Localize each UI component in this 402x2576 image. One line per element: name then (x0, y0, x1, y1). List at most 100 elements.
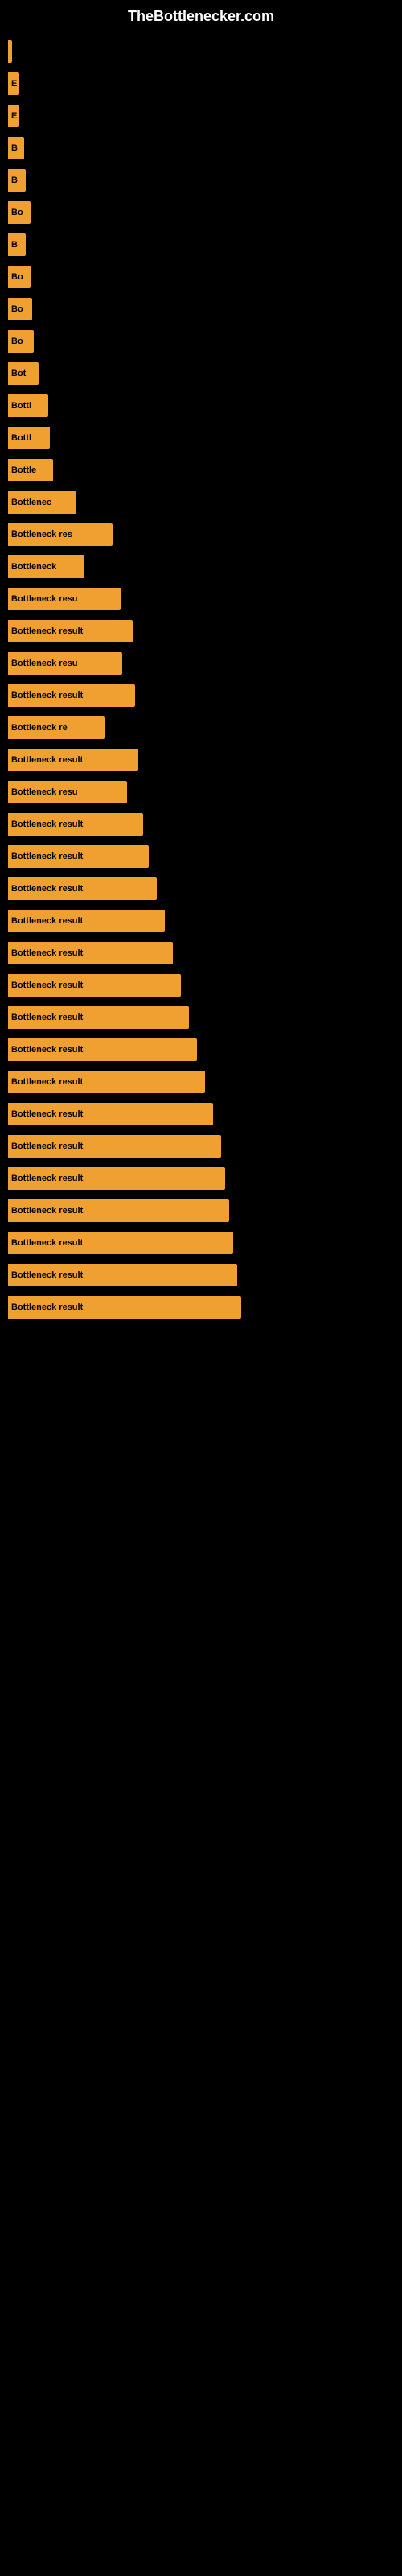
bar-row: Bot (8, 359, 394, 388)
bar-40: Bottleneck result (8, 1296, 241, 1319)
bars-container: E E B B Bo B Bo Bo Bo Bot Bottl Bottl Bottle Bottlene… (0, 29, 402, 1325)
bar-2: E (8, 72, 19, 95)
bar-row: Bottlenec (8, 488, 394, 517)
bar-row: Bottleneck result (8, 617, 394, 646)
bar-row: Bo (8, 327, 394, 356)
bar-6: Bo (8, 201, 31, 224)
bar-label-9: Bo (11, 304, 23, 314)
bar-row: Bottleneck result (8, 1228, 394, 1257)
bar-row: Bottleneck result (8, 906, 394, 935)
bar-row: Bottleneck result (8, 1293, 394, 1322)
bar-row: Bottleneck result (8, 745, 394, 774)
bar-row: Bottleneck result (8, 1003, 394, 1032)
bar-11: Bot (8, 362, 39, 385)
bar-row: Bo (8, 262, 394, 291)
bar-20: Bottleneck resu (8, 652, 122, 675)
bar-label-18: Bottleneck resu (11, 594, 78, 604)
bar-row: B (8, 134, 394, 163)
bar-15: Bottlenec (8, 491, 76, 514)
bar-label-20: Bottleneck resu (11, 658, 78, 668)
site-title: TheBottlenecker.com (0, 0, 402, 29)
bar-28: Bottleneck result (8, 910, 165, 932)
bar-4: B (8, 137, 24, 159)
bar-row: E (8, 101, 394, 130)
bar-16: Bottleneck res (8, 523, 113, 546)
bar-label-4: B (11, 143, 18, 153)
bar-label-23: Bottleneck result (11, 755, 83, 765)
bar-row (8, 37, 394, 66)
bar-30: Bottleneck result (8, 974, 181, 997)
bar-label-27: Bottleneck result (11, 884, 83, 894)
bar-1 (8, 40, 12, 63)
bar-row: Bottleneck resu (8, 584, 394, 613)
bar-label-6: Bo (11, 208, 23, 217)
bar-8: Bo (8, 266, 31, 288)
bar-row: B (8, 166, 394, 195)
bar-row: Bottleneck re (8, 713, 394, 742)
bar-row: Bottleneck result (8, 971, 394, 1000)
bar-33: Bottleneck result (8, 1071, 205, 1093)
bar-label-21: Bottleneck result (11, 691, 83, 700)
bar-label-2: E (11, 79, 17, 89)
bar-label-36: Bottleneck result (11, 1174, 83, 1183)
bar-label-32: Bottleneck result (11, 1045, 83, 1055)
bar-row: Bo (8, 295, 394, 324)
bar-row: Bottleneck (8, 552, 394, 581)
bar-row: Bottleneck result (8, 1132, 394, 1161)
bar-row: Bottleneck result (8, 1067, 394, 1096)
bar-label-38: Bottleneck result (11, 1238, 83, 1248)
bar-label-8: Bo (11, 272, 23, 282)
bar-label-31: Bottleneck result (11, 1013, 83, 1022)
bar-21: Bottleneck result (8, 684, 135, 707)
bar-32: Bottleneck result (8, 1038, 197, 1061)
bar-label-5: B (11, 175, 18, 185)
bar-row: Bottleneck result (8, 939, 394, 968)
bar-label-39: Bottleneck result (11, 1270, 83, 1280)
bar-label-25: Bottleneck result (11, 819, 83, 829)
bar-10: Bo (8, 330, 34, 353)
bar-row: Bottleneck result (8, 1100, 394, 1129)
bar-row: Bottleneck result (8, 1261, 394, 1290)
bar-row: Bottl (8, 423, 394, 452)
bar-row: Bo (8, 198, 394, 227)
bar-row: Bottleneck res (8, 520, 394, 549)
bar-23: Bottleneck result (8, 749, 138, 771)
bar-34: Bottleneck result (8, 1103, 213, 1125)
bar-38: Bottleneck result (8, 1232, 233, 1254)
bar-label-22: Bottleneck re (11, 723, 68, 733)
bar-7: B (8, 233, 26, 256)
bar-label-30: Bottleneck result (11, 980, 83, 990)
bar-27: Bottleneck result (8, 877, 157, 900)
bar-label-19: Bottleneck result (11, 626, 83, 636)
bar-31: Bottleneck result (8, 1006, 189, 1029)
bar-row: Bottleneck result (8, 1164, 394, 1193)
bar-3: E (8, 105, 19, 127)
bar-label-17: Bottleneck (11, 562, 56, 572)
bar-36: Bottleneck result (8, 1167, 225, 1190)
bar-row: Bottleneck resu (8, 649, 394, 678)
bar-25: Bottleneck result (8, 813, 143, 836)
bar-label-26: Bottleneck result (11, 852, 83, 861)
bar-12: Bottl (8, 394, 48, 417)
bar-26: Bottleneck result (8, 845, 149, 868)
bar-row: Bottleneck result (8, 810, 394, 839)
bar-label-10: Bo (11, 336, 23, 346)
bar-label-14: Bottle (11, 465, 36, 475)
bar-39: Bottleneck result (8, 1264, 237, 1286)
bar-5: B (8, 169, 26, 192)
bar-row: B (8, 230, 394, 259)
bar-35: Bottleneck result (8, 1135, 221, 1158)
bar-label-40: Bottleneck result (11, 1302, 83, 1312)
bar-label-33: Bottleneck result (11, 1077, 83, 1087)
bar-label-16: Bottleneck res (11, 530, 72, 539)
bar-19: Bottleneck result (8, 620, 133, 642)
bar-9: Bo (8, 298, 32, 320)
bar-row: Bottleneck result (8, 681, 394, 710)
bar-row: Bottleneck result (8, 874, 394, 903)
bar-37: Bottleneck result (8, 1199, 229, 1222)
bar-row: Bottl (8, 391, 394, 420)
bar-label-15: Bottlenec (11, 497, 51, 507)
bar-label-37: Bottleneck result (11, 1206, 83, 1216)
bar-label-28: Bottleneck result (11, 916, 83, 926)
bar-24: Bottleneck resu (8, 781, 127, 803)
